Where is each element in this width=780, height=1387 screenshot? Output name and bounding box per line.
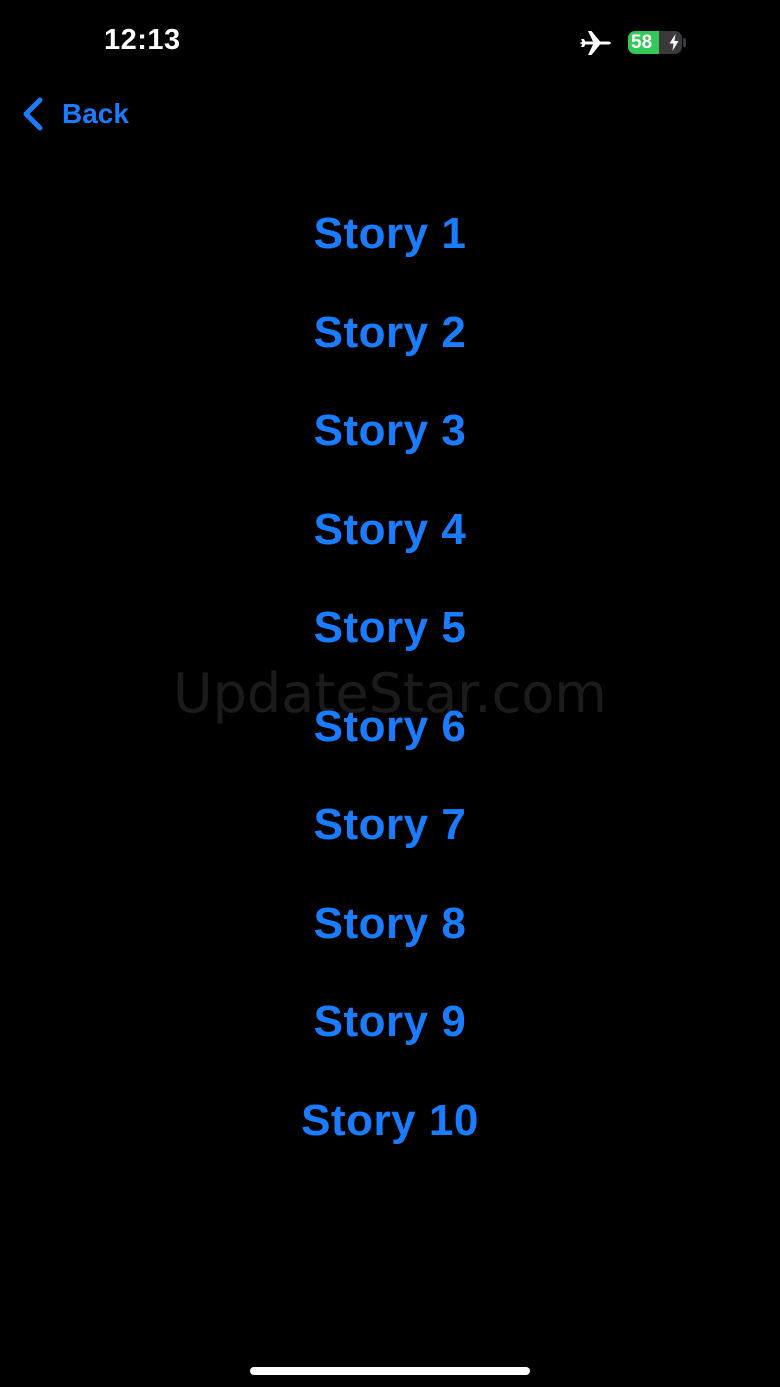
back-button[interactable]: Back [20, 94, 129, 134]
list-item: Story 5 [0, 579, 780, 678]
list-item: Story 10 [0, 1072, 780, 1171]
story-7-button[interactable]: Story 7 [314, 800, 467, 850]
story-5-button[interactable]: Story 5 [314, 603, 467, 653]
story-2-button[interactable]: Story 2 [314, 308, 467, 358]
list-item: Story 4 [0, 481, 780, 580]
status-time: 12:13 [104, 24, 181, 56]
story-8-button[interactable]: Story 8 [314, 899, 467, 949]
list-item: Story 8 [0, 875, 780, 974]
chevron-left-icon [23, 97, 43, 131]
status-bar: 12:13 58 [0, 0, 780, 86]
story-1-button[interactable]: Story 1 [314, 209, 467, 259]
list-item: Story 2 [0, 284, 780, 383]
story-list: Story 1 Story 2 Story 3 Story 4 Story 5 … [0, 185, 780, 1170]
story-9-button[interactable]: Story 9 [314, 997, 467, 1047]
battery-icon: 58 [628, 31, 682, 54]
list-item: Story 6 [0, 678, 780, 777]
list-item: Story 1 [0, 185, 780, 284]
list-item: Story 9 [0, 973, 780, 1072]
story-3-button[interactable]: Story 3 [314, 406, 467, 456]
story-6-button[interactable]: Story 6 [314, 702, 467, 752]
battery-cap [683, 38, 686, 47]
home-indicator[interactable] [250, 1367, 530, 1375]
list-item: Story 3 [0, 382, 780, 481]
list-item: Story 7 [0, 776, 780, 875]
airplane-icon [580, 31, 611, 55]
story-10-button[interactable]: Story 10 [301, 1096, 479, 1146]
charging-bolt-icon [669, 34, 679, 51]
story-4-button[interactable]: Story 4 [314, 505, 467, 555]
back-label: Back [62, 98, 129, 129]
battery-percent: 58 [631, 32, 653, 53]
